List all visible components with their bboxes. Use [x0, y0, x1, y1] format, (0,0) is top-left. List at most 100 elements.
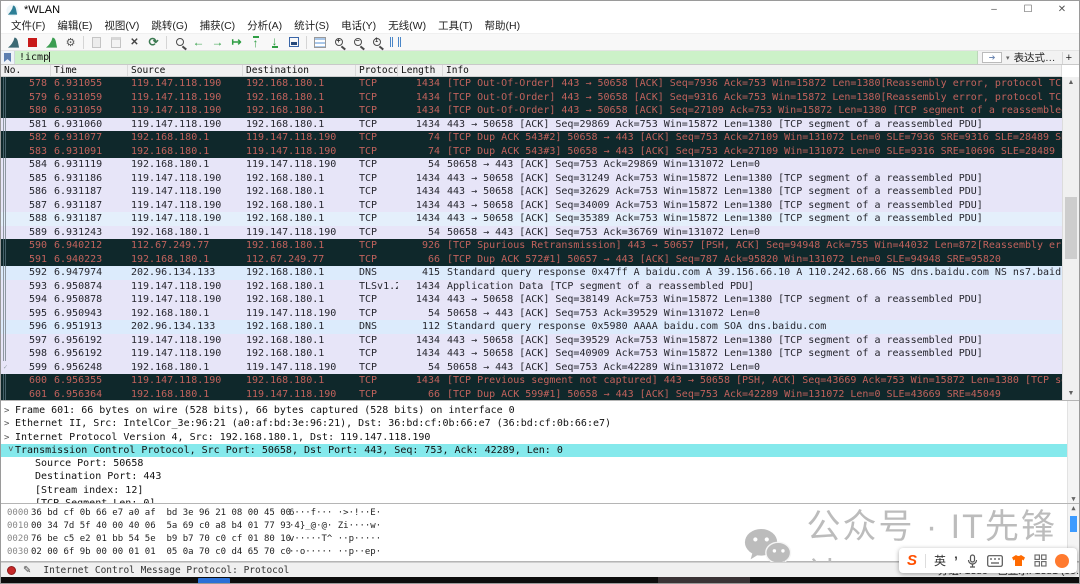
- menu-item-0[interactable]: 文件(F): [5, 19, 51, 34]
- packet-row-595[interactable]: 5956.950943192.168.180.1119.147.118.190T…: [1, 307, 1062, 321]
- bytes-scroll-up-icon[interactable]: ▲: [1068, 504, 1079, 512]
- packet-row-599[interactable]: ✓5996.956248192.168.180.1119.147.118.190…: [1, 361, 1062, 375]
- auto-scroll-icon[interactable]: [284, 34, 303, 50]
- hex-row-0020[interactable]: 002076 be c5 e2 01 bb 54 5e b9 b7 70 c0 …: [1, 533, 1079, 546]
- stop-capture-icon[interactable]: [23, 34, 42, 50]
- microphone-icon[interactable]: [966, 554, 979, 568]
- packet-row-583[interactable]: 5836.931091192.168.180.1119.147.118.190T…: [1, 145, 1062, 159]
- packet-row-596[interactable]: 5966.951913202.96.134.133192.168.180.1DN…: [1, 320, 1062, 334]
- packet-row-581[interactable]: 5816.931060119.147.118.190192.168.180.1T…: [1, 118, 1062, 132]
- packet-row-579[interactable]: 5796.931059119.147.118.190192.168.180.1T…: [1, 91, 1062, 105]
- display-filter-input[interactable]: !icmp: [15, 51, 978, 64]
- expand-arrow-icon[interactable]: >: [4, 405, 15, 418]
- go-to-icon[interactable]: ↦: [227, 34, 246, 50]
- column-header-length[interactable]: Length: [398, 65, 443, 76]
- details-scrollbar[interactable]: ▼: [1067, 401, 1079, 503]
- go-top-icon[interactable]: ↑: [246, 34, 265, 50]
- column-header-info[interactable]: Info: [443, 65, 1062, 76]
- close-button[interactable]: ✕: [1045, 1, 1079, 19]
- column-header-time[interactable]: Time: [51, 65, 128, 76]
- packet-row-582[interactable]: 5826.931077192.168.180.1119.147.118.190T…: [1, 131, 1062, 145]
- reload-icon[interactable]: ⟳: [144, 34, 163, 50]
- go-back-icon[interactable]: ←: [189, 34, 208, 50]
- expert-info-icon[interactable]: [7, 566, 16, 575]
- restart-capture-icon[interactable]: [42, 34, 61, 50]
- packet-row-589[interactable]: 5896.931243192.168.180.1119.147.118.190T…: [1, 226, 1062, 240]
- close-file-icon[interactable]: ✕: [125, 34, 144, 50]
- details-scroll-down-icon[interactable]: ▼: [1068, 495, 1079, 503]
- expand-arrow-icon[interactable]: >: [4, 418, 15, 431]
- packet-row-593[interactable]: 5936.950874119.147.118.190192.168.180.1T…: [1, 280, 1062, 294]
- packet-row-598[interactable]: 5986.956192119.147.118.190192.168.180.1T…: [1, 347, 1062, 361]
- open-file-icon[interactable]: [87, 34, 106, 50]
- packet-row-597[interactable]: 5976.956192119.147.118.190192.168.180.1T…: [1, 334, 1062, 348]
- packet-row-592[interactable]: 5926.947974202.96.134.133192.168.180.1DN…: [1, 266, 1062, 280]
- menu-item-10[interactable]: 帮助(H): [479, 19, 527, 34]
- keyboard-icon[interactable]: [987, 555, 1003, 567]
- go-bottom-icon[interactable]: ↓: [265, 34, 284, 50]
- packet-row-584[interactable]: 5846.931119192.168.180.1119.147.118.190T…: [1, 158, 1062, 172]
- filter-history-dropdown[interactable]: ▾: [1006, 54, 1010, 62]
- scroll-up-arrow-icon[interactable]: ▲: [1063, 77, 1079, 89]
- packet-row-578[interactable]: 5786.931055119.147.118.190192.168.180.1T…: [1, 77, 1062, 91]
- go-forward-icon[interactable]: →: [208, 34, 227, 50]
- menu-item-8[interactable]: 无线(W): [382, 19, 432, 34]
- detail-line-2[interactable]: >Internet Protocol Version 4, Src: 192.1…: [1, 431, 1079, 444]
- start-capture-icon[interactable]: [4, 34, 23, 50]
- packet-row-601[interactable]: 6016.956364192.168.180.1119.147.118.190T…: [1, 388, 1062, 402]
- zoom-reset-icon[interactable]: [367, 34, 386, 50]
- filter-bookmark-icon[interactable]: [1, 51, 15, 64]
- colorize-icon[interactable]: [310, 34, 329, 50]
- scrollbar-thumb[interactable]: [1065, 197, 1077, 259]
- column-header-source[interactable]: Source: [128, 65, 243, 76]
- detail-line-1[interactable]: >Ethernet II, Src: IntelCor_3e:96:21 (a0…: [1, 417, 1079, 430]
- maximize-button[interactable]: ☐: [1011, 1, 1045, 19]
- detail-line-7[interactable]: [TCP Segment Len: 0]: [1, 497, 1079, 504]
- ime-language-toggle[interactable]: 英: [934, 552, 946, 569]
- apply-filter-button[interactable]: ➔: [982, 52, 1002, 63]
- capture-options-icon[interactable]: ⚙: [61, 34, 80, 50]
- packet-row-591[interactable]: 5916.940223192.168.180.1112.67.249.77TCP…: [1, 253, 1062, 267]
- menu-item-7[interactable]: 电话(Y): [335, 19, 382, 34]
- menu-item-1[interactable]: 编辑(E): [51, 19, 98, 34]
- resize-columns-icon[interactable]: [386, 34, 405, 50]
- hex-row-0000[interactable]: 000036 bd cf 0b 66 e7 a0 af bd 3e 96 21 …: [1, 507, 1079, 520]
- menu-item-4[interactable]: 捕获(C): [194, 19, 242, 34]
- detail-line-0[interactable]: >Frame 601: 66 bytes on wire (528 bits),…: [1, 404, 1079, 417]
- packet-row-585[interactable]: 5856.931186119.147.118.190192.168.180.1T…: [1, 172, 1062, 186]
- minimize-button[interactable]: –: [977, 1, 1011, 19]
- packet-row-586[interactable]: 5866.931187119.147.118.190192.168.180.1T…: [1, 185, 1062, 199]
- menu-item-2[interactable]: 视图(V): [98, 19, 145, 34]
- column-header-protocol[interactable]: Protocol: [356, 65, 398, 76]
- zoom-out-icon[interactable]: [348, 34, 367, 50]
- detail-line-4[interactable]: Source Port: 50658: [1, 457, 1079, 470]
- zoom-in-icon[interactable]: [329, 34, 348, 50]
- expand-arrow-icon[interactable]: >: [4, 432, 15, 445]
- menu-item-9[interactable]: 工具(T): [432, 19, 478, 34]
- capture-comment-icon[interactable]: ✎: [23, 565, 31, 576]
- packet-row-588[interactable]: 5886.931187119.147.118.190192.168.180.1T…: [1, 212, 1062, 226]
- hex-row-0010[interactable]: 001000 34 7d 5f 40 00 40 06 5a 69 c0 a8 …: [1, 520, 1079, 533]
- toolbox-grid-icon[interactable]: [1034, 554, 1047, 567]
- packet-row-590[interactable]: 5906.940212112.67.249.77192.168.180.1TCP…: [1, 239, 1062, 253]
- scroll-down-arrow-icon[interactable]: ▼: [1063, 388, 1079, 400]
- skin-shirt-icon[interactable]: [1011, 554, 1026, 567]
- add-filter-button[interactable]: +: [1062, 52, 1075, 64]
- ime-more-icon[interactable]: [1055, 554, 1069, 568]
- collapse-arrow-icon[interactable]: >: [3, 446, 16, 457]
- save-file-icon[interactable]: [106, 34, 125, 50]
- packet-row-594[interactable]: 5946.950878119.147.118.190192.168.180.1T…: [1, 293, 1062, 307]
- detail-line-6[interactable]: [Stream index: 12]: [1, 484, 1079, 497]
- packet-row-587[interactable]: 5876.931187119.147.118.190192.168.180.1T…: [1, 199, 1062, 213]
- column-header-destination[interactable]: Destination: [243, 65, 356, 76]
- bytes-scrollbar-thumb[interactable]: [1070, 516, 1077, 532]
- expression-button[interactable]: 表达式…: [1014, 50, 1056, 65]
- detail-line-5[interactable]: Destination Port: 443: [1, 470, 1079, 483]
- column-header-no[interactable]: No.: [1, 65, 51, 76]
- menu-item-5[interactable]: 分析(A): [241, 19, 288, 34]
- detail-line-3[interactable]: >Transmission Control Protocol, Src Port…: [1, 444, 1079, 457]
- menu-item-6[interactable]: 统计(S): [288, 19, 335, 34]
- packet-row-600[interactable]: 6006.956355119.147.118.190192.168.180.1T…: [1, 374, 1062, 388]
- find-icon[interactable]: [170, 34, 189, 50]
- ime-punctuation-toggle[interactable]: ’: [954, 557, 958, 565]
